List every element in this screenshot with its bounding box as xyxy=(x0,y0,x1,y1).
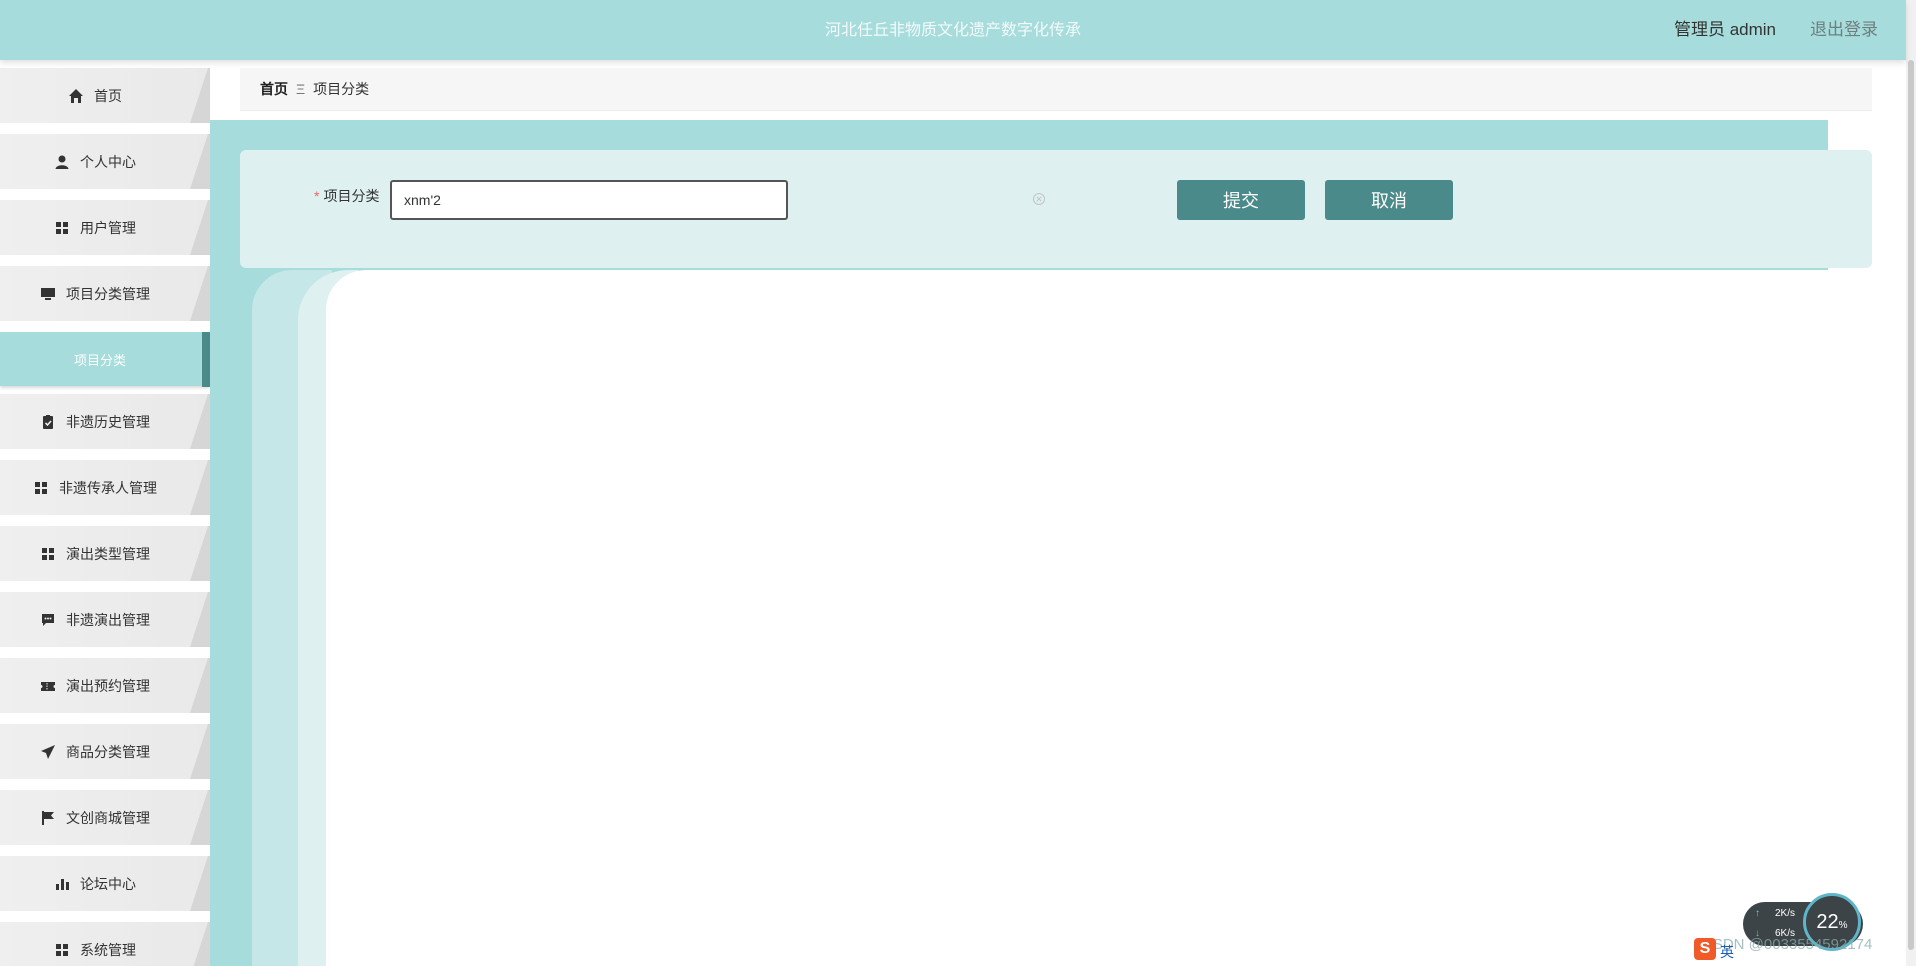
page-scrollbar[interactable] xyxy=(1906,0,1916,966)
grid-icon xyxy=(35,481,47,494)
sidebar-item-label: 非遗传承人管理 xyxy=(59,479,157,496)
upload-speed: 2K/s xyxy=(1775,908,1796,919)
comment-icon xyxy=(42,613,54,626)
sidebar-item-label: 演出预约管理 xyxy=(66,677,150,694)
sidebar-item-label: 非遗演出管理 xyxy=(66,611,150,628)
sidebar-item-label: 项目分类 xyxy=(73,353,126,368)
content-area xyxy=(326,270,1872,966)
bar-chart-icon xyxy=(56,878,69,890)
flag-icon xyxy=(42,810,54,825)
sidebar-item-label: 个人中心 xyxy=(80,153,136,170)
ime-language[interactable]: 英 xyxy=(1720,942,1734,962)
sidebar-item-label: 用户管理 xyxy=(80,219,136,236)
grid-icon xyxy=(42,547,54,560)
grid-icon xyxy=(56,943,68,956)
sidebar-item-shop[interactable]: 文创商城管理 xyxy=(0,790,210,845)
current-user-label: 管理员 admin xyxy=(1673,20,1776,39)
sidebar-item-performances[interactable]: 非遗演出管理 xyxy=(0,592,210,647)
site-title: 河北任丘非物质文化遗产数字化传承 xyxy=(824,20,1081,39)
sidebar-item-label: 演出类型管理 xyxy=(66,545,150,562)
submit-button[interactable]: 提交 xyxy=(1177,180,1305,220)
sidebar-item-label: 文创商城管理 xyxy=(66,809,150,826)
ticket-icon xyxy=(41,681,55,691)
clear-icon[interactable] xyxy=(1032,192,1046,206)
send-icon xyxy=(41,744,55,759)
sidebar-item-label: 项目分类管理 xyxy=(66,285,150,302)
sidebar-item-inheritors[interactable]: 非遗传承人管理 xyxy=(0,460,210,515)
ime-logo-icon[interactable]: S xyxy=(1694,938,1716,960)
upload-arrow-icon: ↑ xyxy=(1755,908,1760,919)
logout-link[interactable]: 退出登录 xyxy=(1810,0,1878,60)
required-mark: * xyxy=(314,188,320,204)
sidebar-item-users[interactable]: 用户管理 xyxy=(0,200,210,255)
sidebar-subitem-category[interactable]: 项目分类 xyxy=(0,332,210,387)
sidebar-item-profile[interactable]: 个人中心 xyxy=(0,134,210,189)
top-header: 河北任丘非物质文化遗产数字化传承 管理员 admin 退出登录 xyxy=(0,0,1906,60)
home-icon xyxy=(69,88,83,103)
sidebar-item-product-categories[interactable]: 商品分类管理 xyxy=(0,724,210,779)
cancel-button[interactable]: 取消 xyxy=(1325,180,1453,220)
scrollbar-thumb[interactable] xyxy=(1908,60,1914,950)
breadcrumb-current: 项目分类 xyxy=(313,81,370,97)
breadcrumb-home[interactable]: 首页 xyxy=(260,79,288,99)
sidebar-item-history[interactable]: 非遗历史管理 xyxy=(0,394,210,449)
category-field-label: * 项目分类 xyxy=(314,186,379,206)
grid-icon xyxy=(56,221,68,234)
sidebar-item-reservations[interactable]: 演出预约管理 xyxy=(0,658,210,713)
sidebar-nav: 首页 个人中心 用户管理 项目分类管理 项目分类 非遗历史管理 非遗传承人管理 … xyxy=(0,68,210,966)
field-label-text: 项目分类 xyxy=(323,188,380,204)
sidebar-item-home[interactable]: 首页 xyxy=(0,68,210,123)
breadcrumb-separator: Ξ xyxy=(296,81,306,97)
sidebar-item-forum[interactable]: 论坛中心 xyxy=(0,856,210,911)
cpu-percent: 22 xyxy=(1816,910,1839,933)
sidebar-item-label: 商品分类管理 xyxy=(66,743,150,760)
sidebar-item-label: 非遗历史管理 xyxy=(66,413,150,430)
sidebar-item-system[interactable]: 系统管理 xyxy=(0,922,210,966)
user-icon xyxy=(55,155,69,169)
sidebar-item-label: 论坛中心 xyxy=(80,875,136,892)
category-input[interactable] xyxy=(390,180,788,220)
sidebar-item-category-management[interactable]: 项目分类管理 xyxy=(0,266,210,321)
cpu-unit: % xyxy=(1838,919,1848,931)
breadcrumb: 首页 Ξ 项目分类 xyxy=(240,68,1872,111)
clipboard-icon xyxy=(43,414,53,429)
sidebar-item-performance-types[interactable]: 演出类型管理 xyxy=(0,526,210,581)
monitor-icon xyxy=(41,287,55,300)
sidebar-item-label: 系统管理 xyxy=(80,941,136,958)
sidebar-item-label: 首页 xyxy=(94,87,122,104)
